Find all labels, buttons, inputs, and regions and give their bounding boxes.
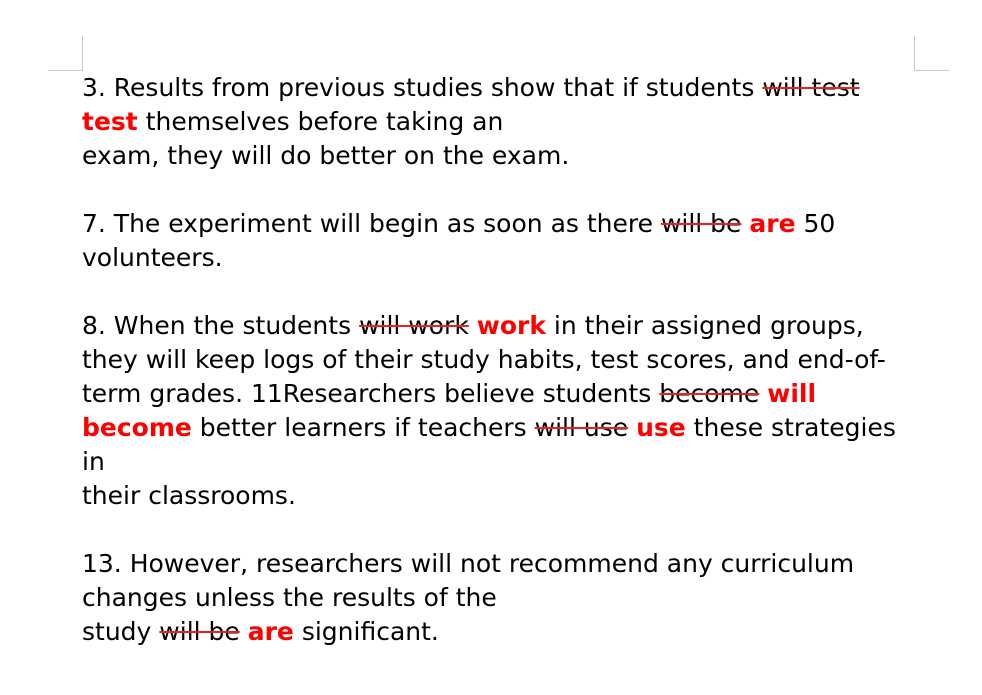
paragraph: 13. However, researchers will not recomm…: [82, 547, 922, 649]
text-line: volunteers.: [82, 241, 922, 275]
text-line: changes unless the results of the: [82, 581, 922, 615]
tracked-insertion: will: [767, 379, 817, 408]
text-run: better learners if teachers: [191, 413, 535, 442]
text-run: study: [82, 617, 160, 646]
margin-corner-marker-top-right: [914, 36, 949, 71]
tracked-deletion: will be: [660, 209, 742, 238]
text-line: 7. The experiment will begin as soon as …: [82, 207, 922, 241]
text-line: study will be are significant.: [82, 615, 922, 649]
tracked-insertion: work: [476, 311, 546, 340]
text-run: 8. When the students: [82, 311, 360, 340]
text-line: they will keep logs of their study habit…: [82, 343, 922, 377]
tracked-deletion: become: [659, 379, 760, 408]
tracked-deletion: will work: [359, 311, 469, 340]
text-run: in their assigned groups,: [545, 311, 864, 340]
tracked-insertion: are: [247, 617, 294, 646]
text-run: significant.: [293, 617, 439, 646]
text-run: [628, 413, 636, 442]
text-run: [469, 311, 477, 340]
tracked-insertion: use: [636, 413, 686, 442]
document-page: 3. Results from previous studies show th…: [0, 0, 982, 695]
text-line: their classrooms.: [82, 479, 922, 513]
text-run: their classrooms.: [82, 481, 296, 510]
paragraph: 8. When the students will work work in t…: [82, 309, 922, 513]
text-run: changes unless the results of the: [82, 583, 497, 612]
text-run: themselves before taking an: [137, 107, 504, 136]
text-line: become better learners if teachers will …: [82, 411, 922, 479]
text-line: 8. When the students will work work in t…: [82, 309, 922, 343]
document-body[interactable]: 3. Results from previous studies show th…: [82, 71, 922, 649]
text-line: term grades. 11Researchers believe stude…: [82, 377, 922, 411]
paragraph: 7. The experiment will begin as soon as …: [82, 207, 922, 275]
tracked-insertion: are: [749, 209, 796, 238]
text-run: 13. However, researchers will not recomm…: [82, 549, 855, 578]
margin-corner-marker-top-left: [48, 36, 83, 71]
text-run: volunteers.: [82, 243, 223, 272]
text-run: term grades. 11Researchers believe stude…: [82, 379, 660, 408]
tracked-insertion: become: [82, 413, 192, 442]
tracked-deletion: will test: [762, 73, 860, 102]
text-run: [240, 617, 248, 646]
text-run: they will keep logs of their study habit…: [82, 345, 886, 374]
text-line: 3. Results from previous studies show th…: [82, 71, 922, 105]
tracked-deletion: will use: [534, 413, 629, 442]
text-run: 3. Results from previous studies show th…: [82, 73, 763, 102]
text-run: exam, they will do better on the exam.: [82, 141, 570, 170]
text-run: 7. The experiment will begin as soon as …: [82, 209, 661, 238]
text-run: 50: [795, 209, 836, 238]
text-line: test themselves before taking an: [82, 105, 922, 139]
paragraph: 3. Results from previous studies show th…: [82, 71, 922, 173]
text-line: 13. However, researchers will not recomm…: [82, 547, 922, 581]
tracked-insertion: test: [82, 107, 138, 136]
tracked-deletion: will be: [159, 617, 240, 646]
text-line: exam, they will do better on the exam.: [82, 139, 922, 173]
